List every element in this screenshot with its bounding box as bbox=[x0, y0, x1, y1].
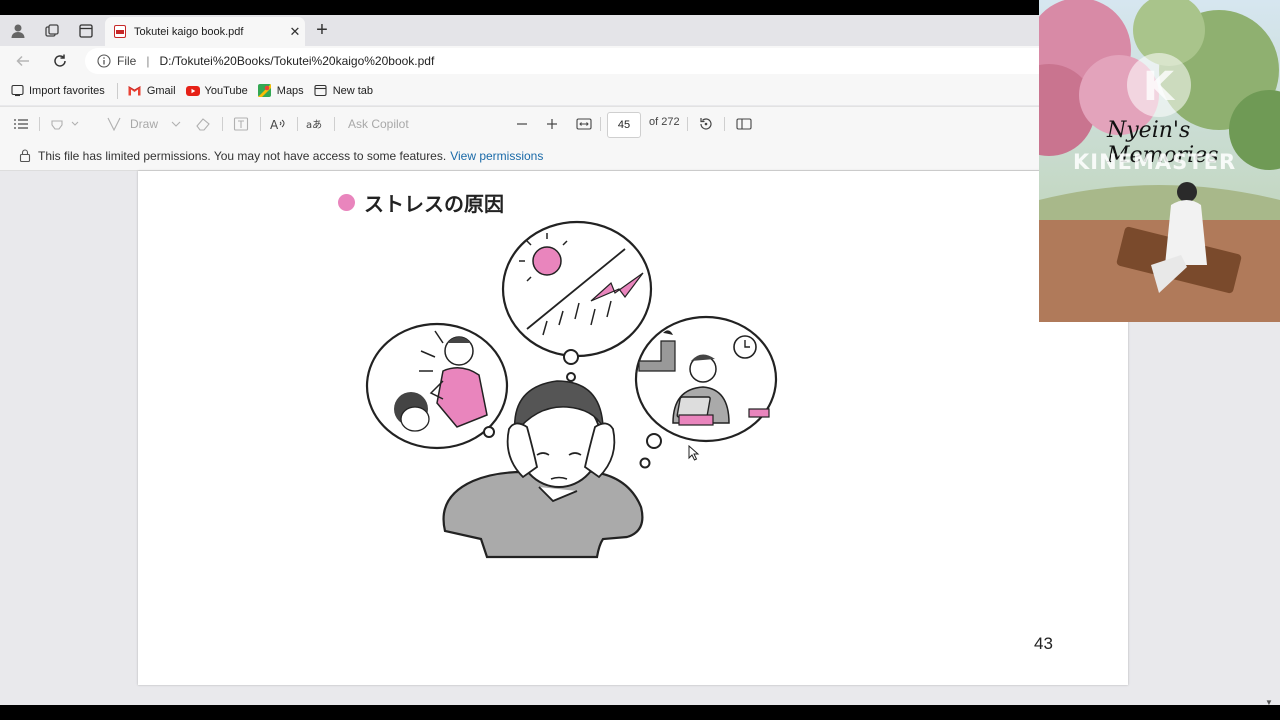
scolding-thought-bubble bbox=[365, 322, 509, 450]
toolbar-divider bbox=[260, 117, 261, 131]
youtube-icon bbox=[185, 84, 200, 98]
pen-icon bbox=[107, 117, 121, 131]
favorites-divider bbox=[116, 82, 118, 99]
draw-label: Draw bbox=[130, 117, 159, 131]
translate-icon[interactable]: aあ bbox=[306, 116, 324, 132]
toolbar-divider bbox=[222, 117, 223, 131]
permission-message: This file has limited permissions. You m… bbox=[38, 148, 447, 163]
page-number: 43 bbox=[1034, 634, 1053, 653]
fav-import-favorites[interactable]: Import favorites bbox=[10, 84, 105, 98]
fav-label: Maps bbox=[276, 84, 304, 97]
fav-label: Import favorites bbox=[29, 84, 105, 97]
rotate-icon[interactable] bbox=[698, 116, 714, 132]
maps-icon bbox=[258, 84, 272, 98]
zoom-out-icon[interactable] bbox=[516, 116, 528, 132]
address-bar[interactable]: File | D:/Tokutei%20Books/Tokutei%20kaig… bbox=[85, 48, 1085, 74]
url-scheme: File bbox=[117, 54, 137, 68]
eraser-icon[interactable] bbox=[195, 116, 211, 132]
stress-illustration bbox=[365, 220, 778, 559]
contents-icon[interactable] bbox=[13, 116, 29, 132]
toolbar-divider bbox=[334, 117, 335, 131]
bottom-bezel bbox=[0, 705, 1280, 720]
highlight-icon[interactable] bbox=[50, 116, 80, 132]
overwork-thought-bubble bbox=[634, 315, 778, 469]
tab-actions-icon[interactable] bbox=[76, 21, 96, 41]
profile-icon[interactable] bbox=[8, 21, 28, 41]
svg-text:aあ: aあ bbox=[306, 119, 322, 131]
toolbar-divider bbox=[39, 117, 40, 131]
page-view-icon[interactable] bbox=[736, 116, 752, 132]
draw-button[interactable]: Draw bbox=[106, 116, 182, 132]
weather-thought-bubble bbox=[501, 220, 653, 382]
mouse-cursor-icon bbox=[688, 445, 700, 461]
zoom-in-icon[interactable] bbox=[546, 116, 558, 132]
new-tab-icon[interactable]: + bbox=[312, 19, 332, 41]
fav-maps[interactable]: Maps bbox=[258, 84, 304, 98]
toolbar-divider bbox=[600, 117, 601, 131]
fav-youtube[interactable]: YouTube bbox=[185, 84, 248, 98]
pdf-page: ストレスの原因 43 bbox=[138, 171, 1128, 685]
import-icon bbox=[10, 84, 24, 98]
overlay-brand: KINEMASTER bbox=[1073, 150, 1237, 174]
scroll-down-arrow-icon[interactable]: ▼ bbox=[1265, 698, 1273, 705]
toolbar-divider bbox=[297, 117, 298, 131]
read-aloud-icon[interactable]: A bbox=[270, 116, 287, 132]
svg-text:A: A bbox=[270, 118, 279, 131]
fav-label: Gmail bbox=[146, 84, 176, 97]
ask-copilot-button[interactable]: Ask Copilot bbox=[348, 116, 409, 132]
url-text[interactable]: D:/Tokutei%20Books/Tokutei%20kaigo%20boo… bbox=[159, 54, 434, 68]
close-tab-icon[interactable]: ✕ bbox=[285, 24, 305, 40]
tab-pdf[interactable]: Tokutei kaigo book.pdf ✕ bbox=[105, 17, 305, 46]
chevron-down-icon bbox=[171, 121, 181, 127]
view-permissions-link[interactable]: View permissions bbox=[450, 149, 543, 163]
toolbar-divider bbox=[724, 117, 725, 131]
bullet-dot bbox=[338, 194, 355, 211]
newtab-icon bbox=[314, 84, 328, 98]
fit-width-icon[interactable] bbox=[576, 116, 592, 132]
video-overlay: K Nyein's Memories KINEMASTER bbox=[1039, 0, 1280, 322]
gmail-icon bbox=[128, 84, 142, 98]
ask-copilot-label: Ask Copilot bbox=[348, 117, 409, 131]
lock-icon bbox=[19, 149, 31, 162]
workspaces-icon[interactable] bbox=[42, 21, 62, 41]
fav-label: YouTube bbox=[204, 84, 248, 97]
page-total: of 272 bbox=[649, 116, 680, 128]
refresh-icon[interactable] bbox=[51, 52, 69, 70]
pdf-file-icon bbox=[114, 25, 126, 38]
fav-new-tab[interactable]: New tab bbox=[314, 84, 373, 98]
info-icon[interactable] bbox=[97, 54, 111, 68]
fav-gmail[interactable]: Gmail bbox=[128, 84, 176, 98]
toolbar-divider bbox=[687, 117, 688, 131]
svg-text:K: K bbox=[1143, 64, 1176, 110]
text-box-icon[interactable] bbox=[233, 116, 249, 132]
url-separator: | bbox=[146, 54, 150, 68]
tab-title: Tokutei kaigo book.pdf bbox=[134, 25, 244, 38]
fav-label: New tab bbox=[332, 84, 374, 97]
back-icon[interactable] bbox=[14, 52, 32, 70]
page-number-input[interactable]: 45 bbox=[607, 112, 641, 138]
